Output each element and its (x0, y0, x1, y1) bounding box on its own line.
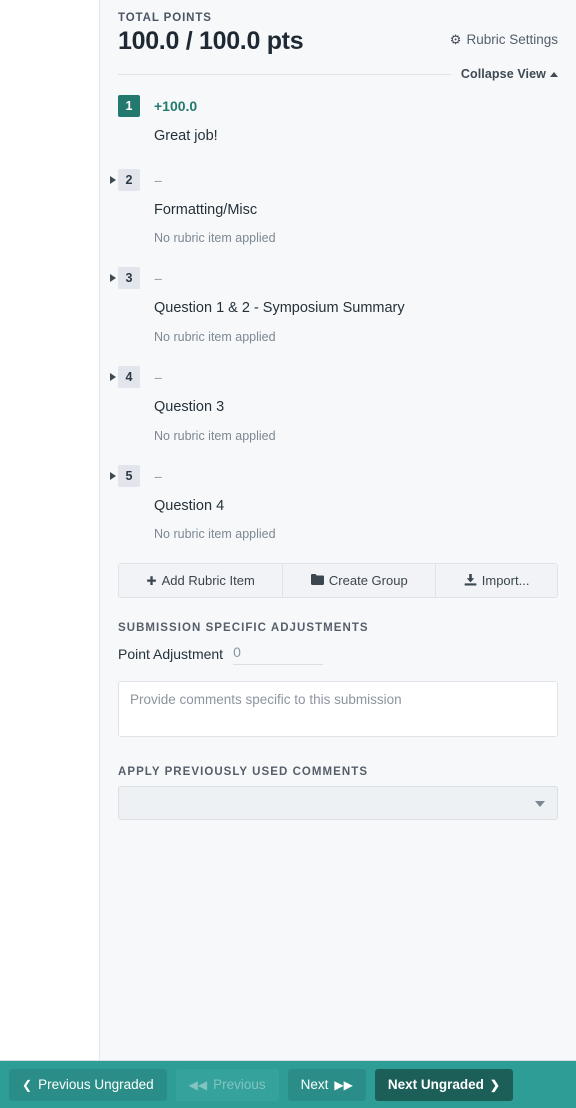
rubric-item-note: No rubric item applied (154, 527, 276, 542)
rubric-item-badge[interactable]: 3 (118, 267, 140, 290)
submission-comment-input[interactable] (118, 681, 558, 738)
rubric-item: 1 +100.0 Great job! (118, 95, 558, 147)
rubric-item-note: No rubric item applied (154, 428, 276, 443)
rubric-settings-label: Rubric Settings (466, 32, 558, 47)
next-ungraded-button[interactable]: Next Ungraded ❯ (374, 1068, 513, 1101)
previous-button[interactable]: ◀◀ Previous (175, 1068, 279, 1101)
content-row: TOTAL POINTS 100.0 / 100.0 pts ⚙ Rubric … (0, 0, 576, 1060)
rubric-item-description: Question 4 (154, 497, 225, 514)
total-points-label: TOTAL POINTS (118, 12, 212, 24)
point-adjustment-input[interactable] (233, 642, 324, 666)
chevron-left-icon: ❮ (22, 1077, 33, 1092)
next-label: Next (300, 1077, 329, 1092)
expand-arrow-icon[interactable] (110, 372, 116, 381)
expand-arrow-icon[interactable] (110, 274, 116, 283)
submission-viewer-gutter (0, 0, 100, 1060)
rubric-action-buttons: ✚ Add Rubric Item Create Group Import... (118, 563, 558, 599)
rubric-item-points: +100.0 (154, 98, 198, 115)
previous-comments-heading: APPLY PREVIOUSLY USED COMMENTS (118, 766, 369, 779)
rubric-item-header: 5 -- (110, 464, 558, 487)
header-divider (118, 73, 451, 75)
previous-ungraded-button[interactable]: ❮ Previous Ungraded (9, 1068, 167, 1101)
download-icon (464, 573, 477, 588)
rubric-item-header: 3 -- (110, 267, 558, 290)
rubric-item: 3 -- Question 1 & 2 - Symposium Summary … (110, 267, 558, 344)
rubric-item-description: Question 3 (154, 398, 225, 415)
import-button[interactable]: Import... (436, 564, 557, 598)
chevron-right-icon: ❯ (489, 1077, 500, 1092)
folder-icon (310, 574, 324, 587)
previous-comments-select[interactable] (118, 786, 558, 821)
collapse-row: Collapse View (118, 67, 558, 81)
rubric-item-list: 1 +100.0 Great job! 2 -- Formatting/Misc… (110, 95, 558, 542)
rubric-header: TOTAL POINTS 100.0 / 100.0 pts ⚙ Rubric … (118, 0, 558, 81)
submission-adjustments-heading: SUBMISSION SPECIFIC ADJUSTMENTS (118, 622, 369, 635)
gear-icon: ⚙ (449, 32, 462, 47)
collapse-view-label: Collapse View (460, 67, 546, 82)
point-adjustment-label: Point Adjustment (118, 646, 224, 663)
rubric-item-badge[interactable]: 2 (118, 168, 140, 191)
rubric-item-points: -- (154, 270, 162, 287)
caret-down-icon (535, 801, 545, 808)
rubric-item-badge[interactable]: 1 (118, 95, 140, 118)
point-adjustment-row: Point Adjustment (118, 642, 558, 666)
double-arrow-right-icon: ▶▶ (334, 1077, 353, 1092)
rubric-item-points: -- (154, 368, 162, 385)
expand-arrow-icon[interactable] (110, 175, 116, 184)
next-button[interactable]: Next ▶▶ (287, 1068, 366, 1101)
plus-icon: ✚ (146, 573, 157, 588)
rubric-item-header: 4 -- (110, 365, 558, 388)
rubric-item-badge[interactable]: 4 (118, 365, 140, 388)
expand-arrow-icon[interactable] (110, 471, 116, 480)
create-group-label: Create Group (328, 573, 408, 589)
previous-ungraded-label: Previous Ungraded (38, 1077, 154, 1092)
next-ungraded-label: Next Ungraded (387, 1077, 484, 1092)
previous-label: Previous (213, 1077, 266, 1092)
rubric-item: 5 -- Question 4 No rubric item applied (110, 464, 558, 542)
rubric-item-description: Great job! (154, 128, 218, 145)
rubric-item-points: -- (154, 171, 162, 188)
rubric-item-points: -- (154, 467, 162, 484)
rubric-item: 2 -- Formatting/Misc No rubric item appl… (110, 168, 558, 246)
rubric-item-note: No rubric item applied (154, 329, 276, 344)
create-group-button[interactable]: Create Group (283, 564, 437, 598)
rubric-item-header: 2 -- (110, 168, 558, 191)
rubric-panel: TOTAL POINTS 100.0 / 100.0 pts ⚙ Rubric … (100, 0, 576, 1060)
rubric-item-header: 1 +100.0 (118, 95, 558, 118)
double-arrow-left-icon: ◀◀ (188, 1077, 208, 1092)
rubric-item-badge[interactable]: 5 (118, 464, 140, 487)
rubric-item-note: No rubric item applied (154, 231, 276, 246)
rubric-item: 4 -- Question 3 No rubric item applied (110, 365, 558, 443)
rubric-settings-button[interactable]: ⚙ Rubric Settings (450, 32, 558, 47)
add-rubric-item-label: Add Rubric Item (161, 573, 255, 589)
rubric-item-description: Question 1 & 2 - Symposium Summary (154, 300, 405, 317)
rubric-item-description: Formatting/Misc (154, 201, 258, 218)
caret-up-icon (550, 72, 558, 78)
import-label: Import... (481, 573, 530, 589)
grading-rubric-page: TOTAL POINTS 100.0 / 100.0 pts ⚙ Rubric … (0, 0, 576, 1108)
add-rubric-item-button[interactable]: ✚ Add Rubric Item (119, 564, 284, 598)
bottom-navigation-bar: ❮ Previous Ungraded ◀◀ Previous Next ▶▶ … (0, 1060, 576, 1108)
collapse-view-button[interactable]: Collapse View (461, 67, 558, 81)
